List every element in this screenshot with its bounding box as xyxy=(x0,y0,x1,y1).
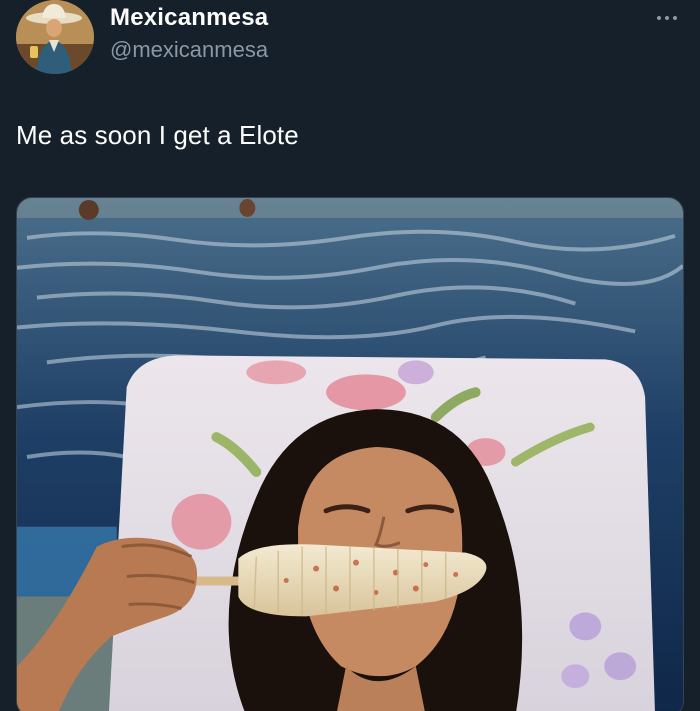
tweet: Mexicanmesa @mexicanmesa Me as soon I ge… xyxy=(0,0,700,711)
tweet-text: Me as soon I get a Elote xyxy=(16,120,299,150)
more-horizontal-icon xyxy=(657,16,661,20)
avatar-charro-icon xyxy=(16,0,94,74)
tweet-media-photo[interactable] xyxy=(16,197,684,711)
tweet-header: Mexicanmesa @mexicanmesa xyxy=(0,0,700,90)
author-display-name[interactable]: Mexicanmesa xyxy=(110,4,268,32)
more-options-button[interactable] xyxy=(652,6,682,30)
author-handle[interactable]: @mexicanmesa xyxy=(110,37,268,63)
elote-photo xyxy=(17,198,683,711)
avatar[interactable] xyxy=(16,0,94,74)
